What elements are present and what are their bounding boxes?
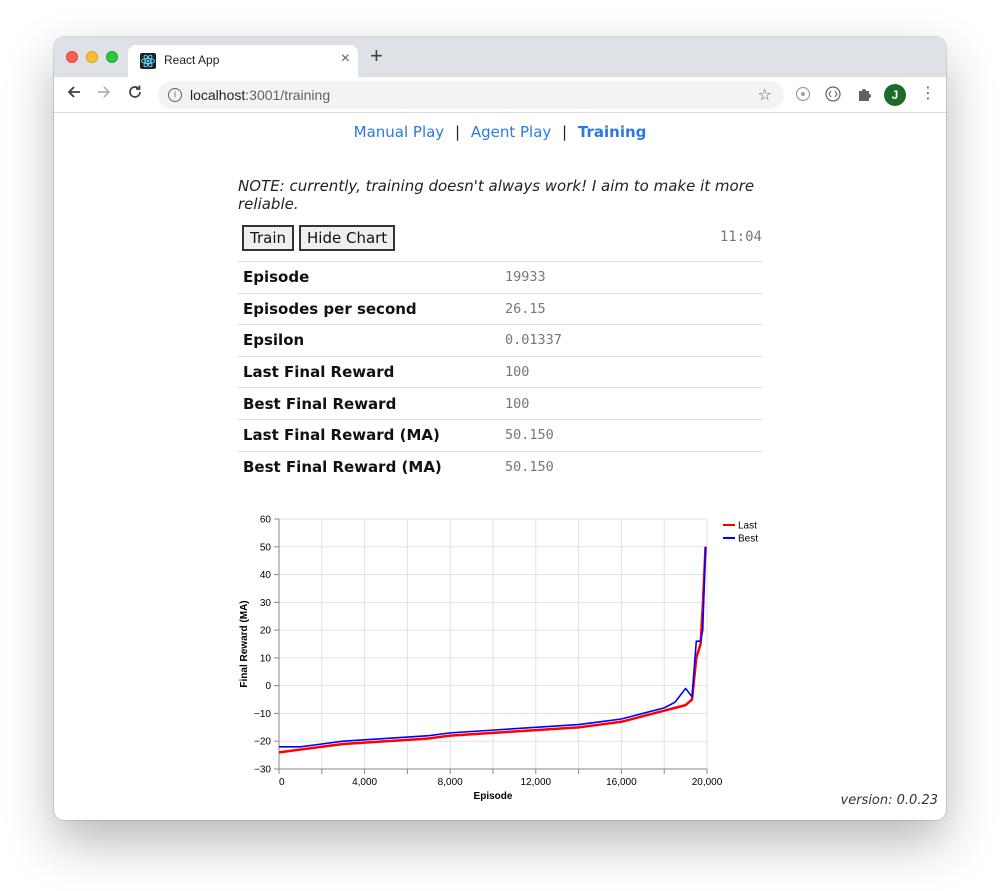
close-tab-icon[interactable]: × [341, 50, 350, 68]
x-tick-label: 16,000 [606, 777, 637, 788]
training-controls: Train Hide Chart 11:04 [238, 223, 762, 261]
close-window-button[interactable] [66, 51, 78, 63]
nav-separator: | [562, 123, 568, 141]
legend-label: Best [738, 534, 758, 545]
x-axis-label: Episode [474, 791, 513, 802]
back-arrow-icon[interactable] [66, 84, 82, 105]
y-tick-label: 50 [260, 542, 272, 553]
y-tick-label: 0 [265, 681, 271, 692]
reward-chart: 0 4,000 8,000 12,000 16,000 20,000 −30 −20 −10 0 1… [234, 503, 794, 813]
y-tick-label: −10 [254, 709, 271, 720]
bookmark-star-icon[interactable]: ☆ [758, 85, 772, 105]
stats-table: Episode 19933 Episodes per second 26.15 Ep… [238, 261, 762, 483]
stat-value: 100 [500, 387, 762, 420]
nav-agent-play-link[interactable]: Agent Play [471, 123, 551, 141]
table-row: Best Final Reward (MA) 50.150 [238, 450, 762, 483]
legend-label: Last [738, 521, 757, 532]
table-row: Episodes per second 26.15 [238, 292, 762, 325]
stat-label: Epsilon [238, 324, 500, 357]
x-tick-label: 0 [279, 777, 285, 788]
x-tick-label: 20,000 [692, 777, 723, 788]
browser-window: React App × + i localhost:3001/training … [54, 37, 946, 820]
train-button[interactable]: Train [242, 225, 294, 251]
browser-toolbar: i localhost:3001/training ☆ J ⋮ [54, 77, 946, 113]
elapsed-time: 11:04 [719, 229, 762, 245]
y-tick-label: −20 [254, 737, 271, 748]
table-row: Episode 19933 [238, 261, 762, 294]
x-tick-label: 4,000 [352, 777, 377, 788]
y-tick-label: −30 [254, 765, 271, 776]
nav-training-link[interactable]: Training [578, 123, 646, 141]
new-tab-button[interactable]: + [370, 45, 383, 67]
stat-label: Best Final Reward (MA) [238, 450, 500, 483]
maximize-window-button[interactable] [106, 51, 118, 63]
y-axis-label: Final Reward (MA) [239, 600, 250, 687]
app-nav: Manual Play | Agent Play | Training [54, 123, 946, 141]
table-row: Best Final Reward 100 [238, 387, 762, 420]
stat-label: Last Final Reward [238, 355, 500, 388]
forward-arrow-icon[interactable] [96, 84, 112, 105]
series-line-last [278, 546, 707, 754]
extension-timer-icon[interactable] [794, 85, 812, 103]
tab-title: React App [164, 53, 220, 67]
extensions-puzzle-icon[interactable] [855, 85, 873, 103]
minimize-window-button[interactable] [86, 51, 98, 63]
profile-avatar[interactable]: J [884, 84, 906, 106]
y-tick-label: 40 [260, 570, 272, 581]
reload-icon[interactable] [127, 84, 143, 105]
x-tick-label: 12,000 [521, 777, 552, 788]
browser-tab[interactable]: React App × [128, 45, 358, 77]
x-tick-label: 8,000 [438, 777, 463, 788]
nav-separator: | [454, 123, 461, 141]
stat-label: Episode [238, 261, 500, 294]
training-note: NOTE: currently, training doesn't always… [238, 177, 755, 213]
table-row: Epsilon 0.01337 [238, 324, 762, 357]
tab-strip: React App × + [54, 37, 946, 77]
stat-value: 100 [500, 355, 762, 388]
table-row: Last Final Reward (MA) 50.150 [238, 418, 762, 452]
stat-value: 50.150 [500, 418, 762, 452]
y-tick-label: 10 [260, 653, 272, 664]
version-label: version: 0.0.23 [840, 793, 938, 808]
y-tick-label: 60 [260, 515, 272, 526]
site-info-icon[interactable]: i [168, 88, 182, 102]
react-favicon-icon [140, 53, 156, 69]
y-tick-label: 30 [260, 598, 272, 609]
stat-value: 0.01337 [500, 324, 762, 357]
extension-code-icon[interactable] [824, 85, 842, 103]
menu-kebab-icon[interactable]: ⋮ [920, 83, 936, 103]
stat-value: 50.150 [500, 450, 762, 483]
table-row: Last Final Reward 100 [238, 355, 762, 388]
reward-chart-svg: 0 4,000 8,000 12,000 16,000 20,000 −30 −20 −10 0 1… [239, 515, 758, 803]
stat-value: 26.15 [500, 292, 762, 325]
url-text: localhost:3001/training [190, 87, 331, 103]
training-panel: NOTE: currently, training doesn't always… [238, 177, 762, 483]
hide-chart-button[interactable]: Hide Chart [299, 225, 396, 251]
page-content: Manual Play | Agent Play | Training NOTE… [54, 113, 946, 820]
y-tick-label: 20 [260, 626, 272, 637]
stat-label: Best Final Reward [238, 387, 500, 420]
stat-value: 19933 [500, 261, 762, 294]
address-bar[interactable]: i localhost:3001/training ☆ [158, 81, 784, 109]
nav-manual-play-link[interactable]: Manual Play [354, 123, 445, 141]
stat-label: Episodes per second [238, 292, 500, 325]
stat-label: Last Final Reward (MA) [238, 418, 500, 452]
